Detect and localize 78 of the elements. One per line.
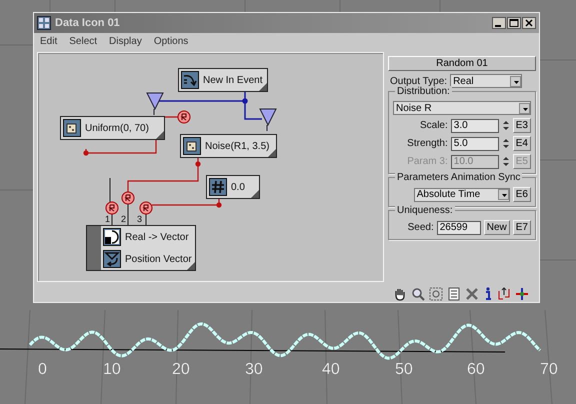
field-label: Output Type:	[390, 76, 448, 86]
seed-field[interactable]: 26599	[436, 220, 481, 234]
graph-node[interactable]: 0.0	[206, 175, 260, 199]
node-label: 0.0	[231, 182, 245, 192]
info-icon[interactable]	[483, 287, 493, 301]
wire-button[interactable]: E4	[512, 136, 531, 151]
axis-label: 40	[322, 361, 340, 378]
group-label: Uniqueness:	[395, 205, 455, 216]
corner-triangle-icon	[251, 190, 259, 198]
group-label: Parameters Animation Sync	[395, 172, 522, 183]
r-socket-icon	[122, 192, 134, 204]
zoom-extents-icon[interactable]	[447, 287, 461, 301]
pan-icon[interactable]	[393, 287, 407, 301]
number-field[interactable]: 5.0	[450, 136, 499, 150]
corner-triangle-icon	[268, 149, 276, 157]
axis-label: 20	[172, 361, 190, 378]
port-number: 2	[121, 214, 126, 224]
corner-triangle-icon	[156, 131, 164, 139]
node-label: Position Vector	[125, 254, 192, 264]
node-label: New In Event	[203, 74, 262, 86]
wire-button[interactable]: E7	[512, 220, 531, 235]
node-label: Real -> Vector	[125, 232, 189, 242]
node-icon	[63, 119, 81, 137]
field-label: Strength:	[407, 138, 448, 149]
axis-label: 60	[467, 361, 485, 378]
axis-label: 70	[540, 361, 558, 378]
node-icon	[209, 178, 227, 196]
menu-item[interactable]: Options	[154, 36, 188, 49]
field-label: Param 3:	[407, 156, 448, 167]
corner-triangle-icon	[259, 83, 267, 91]
search-icon[interactable]	[411, 287, 425, 301]
axis-label: 10	[103, 361, 121, 378]
distribution-dropdown[interactable]: Noise R	[393, 101, 531, 115]
output-type-dropdown[interactable]: Real	[450, 74, 522, 88]
new-seed-button[interactable]: New	[484, 220, 510, 235]
graph-node[interactable]: Noise(R1, 3.5)	[180, 134, 277, 158]
group-label: Distribution:	[395, 86, 452, 97]
node-icon	[181, 71, 199, 89]
spinner-icon[interactable]	[502, 137, 510, 150]
graph-node[interactable]: Uniform(0, 70)	[60, 116, 165, 140]
spinner-icon[interactable]	[502, 119, 510, 132]
r-socket-icon	[140, 202, 152, 214]
wire-button[interactable]: E3	[512, 118, 531, 133]
menu-item[interactable]: Display	[109, 36, 142, 49]
corner-triangle-icon	[187, 262, 195, 270]
r-socket-icon	[178, 110, 190, 124]
funnel-icon	[260, 108, 277, 132]
node-icon	[103, 228, 121, 246]
zoom-region-icon[interactable]	[429, 287, 443, 301]
wire-button[interactable]: E6	[512, 187, 531, 202]
menu-item[interactable]: Select	[69, 36, 98, 49]
minimize-button[interactable]	[492, 17, 506, 29]
axis-icon[interactable]	[515, 287, 529, 301]
axis-label: 30	[245, 361, 263, 378]
menu-item[interactable]: Edit	[40, 36, 58, 49]
close-button[interactable]	[522, 17, 536, 29]
node-label: Uniform(0, 70)	[85, 122, 149, 134]
spinner-icon[interactable]	[502, 155, 510, 168]
funnel-icon	[146, 92, 164, 116]
number-field[interactable]: 3.0	[450, 118, 499, 132]
rollout-title[interactable]: Random 01	[388, 56, 536, 71]
node-icon	[103, 250, 121, 268]
field-label: Scale:	[420, 120, 448, 131]
port-number: 3	[137, 214, 142, 224]
field-label: Seed:	[408, 222, 434, 233]
graph-node[interactable]: New In Event	[178, 68, 268, 92]
cross-icon[interactable]	[465, 287, 479, 301]
r-socket-icon	[106, 202, 118, 214]
axis-label: 0	[38, 361, 47, 378]
node-icon	[183, 137, 201, 155]
maximize-button[interactable]	[507, 17, 521, 29]
app-icon	[37, 16, 51, 30]
sync-dropdown[interactable]: Absolute Time	[414, 188, 510, 202]
axis-label: 50	[395, 361, 413, 378]
swap-icon[interactable]	[497, 287, 511, 301]
window-title: Data Icon 01	[55, 17, 121, 29]
node-label: Noise(R1, 3.5)	[205, 140, 270, 152]
port-number: 1	[105, 214, 110, 224]
